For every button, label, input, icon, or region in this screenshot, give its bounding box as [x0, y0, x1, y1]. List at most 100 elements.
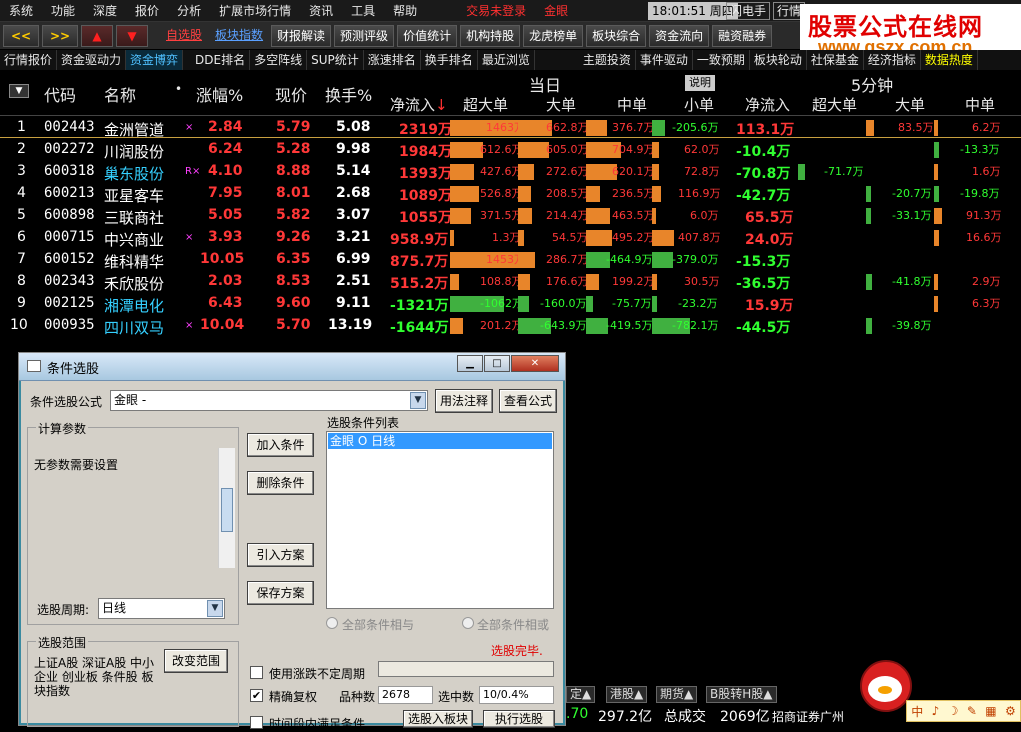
usage-note-button[interactable]: 用法注释 — [435, 389, 493, 413]
bottom-tab-fixed[interactable]: 定▲ — [566, 686, 596, 703]
tab-dde[interactable]: DDE排名 — [191, 50, 251, 70]
tab-consensus[interactable]: 一致预期 — [693, 50, 750, 70]
ime-sound-icon[interactable]: ♪ — [932, 704, 940, 718]
tab-data-heat[interactable]: 数据热度 — [921, 50, 978, 70]
menu-help[interactable]: 帮助 — [393, 2, 417, 19]
tab-event[interactable]: 事件驱动 — [636, 50, 693, 70]
exact-restore-checkbox[interactable]: ✔ — [250, 689, 263, 702]
header-super-large[interactable]: 超大单 — [463, 94, 508, 115]
flash-trade-button[interactable]: 闪电手 — [726, 2, 771, 20]
table-row[interactable]: 4 600213 亚星客车 7.95 8.01 2.68 1089万 -42.7万 526.8万… — [0, 183, 1021, 205]
header-turnover[interactable]: 换手% — [325, 82, 372, 106]
toolbar-btn-flow[interactable]: 资金流向 — [649, 24, 710, 47]
table-row[interactable]: 8 002343 禾欣股份 2.03 8.53 2.51 515.2万 -36.5万 108.8… — [0, 271, 1021, 293]
ime-toolbar[interactable]: 中 ♪ ☽ ✎ ▦ ⚙ — [906, 700, 1021, 722]
ime-chinese-icon[interactable]: 中 — [911, 703, 923, 720]
forward-button[interactable]: >> — [42, 24, 78, 47]
bottom-tab-hk[interactable]: 港股▲ — [606, 686, 648, 703]
delete-condition-button[interactable]: 删除条件 — [247, 471, 314, 495]
back-button[interactable]: << — [3, 24, 39, 47]
maximize-icon[interactable]: □ — [484, 355, 510, 372]
ime-settings-icon[interactable]: ⚙ — [1005, 704, 1016, 718]
menu-quote[interactable]: 报价 — [135, 2, 159, 19]
toolbar-btn-report[interactable]: 财报解读 — [271, 24, 332, 47]
header-medium-5m[interactable]: 中单 — [965, 94, 995, 115]
toolbar-btn-sector[interactable]: 板块综合 — [586, 24, 647, 47]
table-row[interactable]: 3 600318 巢东股份 R× 4.10 8.88 5.14 1393万 -70.8万 427.… — [0, 161, 1021, 183]
tab-speed[interactable]: 涨速排名 — [364, 50, 421, 70]
menu-function[interactable]: 功能 — [51, 2, 75, 19]
minimize-icon[interactable]: ▁ — [457, 355, 483, 372]
table-row[interactable]: 6 000715 中兴商业 × 3.93 9.26 3.21 958.9万 24.0万 1.3万 5… — [0, 227, 1021, 249]
header-small[interactable]: 小单 — [684, 94, 714, 115]
tab-turnover[interactable]: 换手排名 — [421, 50, 478, 70]
close-icon[interactable]: ✕ — [511, 355, 559, 372]
login-status[interactable]: 交易未登录 — [466, 2, 526, 19]
run-select-button[interactable]: 执行选股 — [483, 710, 555, 728]
tab-long-short[interactable]: 多空阵线 — [250, 50, 308, 70]
table-row[interactable]: 1 002443 金洲管道 × 2.84 5.79 5.08 2319万 113.1万 1463万… — [0, 117, 1021, 139]
save-plan-button[interactable]: 保存方案 — [247, 581, 314, 605]
toolbar-btn-margin[interactable]: 融资融券 — [712, 24, 773, 47]
import-plan-button[interactable]: 引入方案 — [247, 543, 314, 567]
header-medium[interactable]: 中单 — [617, 94, 647, 115]
table-row[interactable]: 10 000935 四川双马 × 10.04 5.70 13.19 -1644万 -44.5万 2… — [0, 315, 1021, 337]
tab-quote[interactable]: 行情报价 — [0, 50, 58, 70]
sort-dropdown-icon[interactable]: ▼ — [9, 84, 29, 98]
down-button[interactable]: ▼ — [116, 24, 148, 47]
menu-ext-market[interactable]: 扩展市场行情 — [219, 2, 291, 19]
params-scrollbar[interactable] — [218, 448, 235, 568]
self-select-link[interactable]: 自选股 — [161, 25, 207, 47]
menu-depth[interactable]: 深度 — [93, 2, 117, 19]
explain-button[interactable]: 说明 — [685, 75, 715, 91]
header-large[interactable]: 大单 — [546, 94, 576, 115]
bottom-tab-futures[interactable]: 期货▲ — [656, 686, 698, 703]
menu-analysis[interactable]: 分析 — [177, 2, 201, 19]
tab-fund-game[interactable]: 资金博弈 — [126, 50, 184, 70]
menu-system[interactable]: 系统 — [9, 2, 33, 19]
menu-tools[interactable]: 工具 — [351, 2, 375, 19]
to-block-button[interactable]: 选股入板块 — [403, 710, 473, 728]
toolbar-btn-institution[interactable]: 机构持股 — [460, 24, 521, 47]
change-range-button[interactable]: 改变范围 — [164, 649, 228, 673]
header-net-in[interactable]: 净流入↓ — [390, 94, 448, 115]
formula-select[interactable]: 金眼 - ▼ — [110, 390, 428, 411]
sector-index-link[interactable]: 板块指数 — [210, 25, 268, 47]
tab-social[interactable]: 社保基金 — [807, 50, 864, 70]
up-button[interactable]: ▲ — [81, 24, 113, 47]
header-code[interactable]: 代码 — [44, 82, 76, 106]
toolbar-btn-dragon[interactable]: 龙虎榜单 — [523, 24, 584, 47]
tab-theme[interactable]: 主题投资 — [579, 50, 636, 70]
time-cond-checkbox[interactable] — [250, 716, 263, 729]
tab-sup[interactable]: SUP统计 — [307, 50, 364, 70]
ime-keyboard-icon[interactable]: ▦ — [985, 704, 996, 718]
table-row[interactable]: 7 600152 维科精华 10.05 6.35 6.99 875.7万 -15.3万 1453… — [0, 249, 1021, 271]
add-condition-button[interactable]: 加入条件 — [247, 433, 314, 457]
toolbar-btn-value[interactable]: 价值统计 — [397, 24, 458, 47]
menu-news[interactable]: 资讯 — [309, 2, 333, 19]
header-large-5m[interactable]: 大单 — [895, 94, 925, 115]
table-row[interactable]: 5 600898 三联商社 5.05 5.82 3.07 1055万 65.5万 371.5万 2… — [0, 205, 1021, 227]
table-row[interactable]: 2 002272 川润股份 6.24 5.28 9.98 1984万 -10.4万 612.6万… — [0, 139, 1021, 161]
header-price[interactable]: 现价 — [275, 82, 307, 106]
ime-moon-icon[interactable]: ☽ — [948, 704, 959, 718]
toolbar-btn-rating[interactable]: 预测评级 — [334, 24, 395, 47]
chevron-down-icon[interactable]: ▼ — [207, 600, 223, 617]
view-formula-button[interactable]: 查看公式 — [499, 389, 557, 413]
ime-pen-icon[interactable]: ✎ — [967, 704, 977, 718]
header-name[interactable]: 名称 — [104, 82, 136, 106]
header-change[interactable]: 涨幅% — [196, 82, 243, 106]
all-or-radio[interactable] — [462, 617, 474, 629]
dialog-titlebar[interactable]: 条件选股 ▁ □ ✕ — [19, 353, 565, 381]
tab-fund-drive[interactable]: 资金驱动力 — [57, 50, 127, 70]
chevron-down-icon[interactable]: ▼ — [410, 392, 426, 409]
tab-rotation[interactable]: 板块轮动 — [750, 50, 807, 70]
table-row[interactable]: 9 002125 湘潭电化 6.43 9.60 9.11 -1321万 15.9万 -1062万… — [0, 293, 1021, 315]
condition-list-item[interactable]: 金眼 O 日线 — [328, 433, 552, 449]
uncertain-period-checkbox[interactable] — [250, 666, 263, 679]
all-and-radio[interactable] — [326, 617, 338, 629]
period-select[interactable]: 日线 ▼ — [98, 598, 225, 619]
bottom-tab-b-to-h[interactable]: B股转H股▲ — [706, 686, 777, 703]
header-super-large-5m[interactable]: 超大单 — [812, 94, 857, 115]
header-net-in-5m[interactable]: 净流入 — [745, 94, 790, 115]
